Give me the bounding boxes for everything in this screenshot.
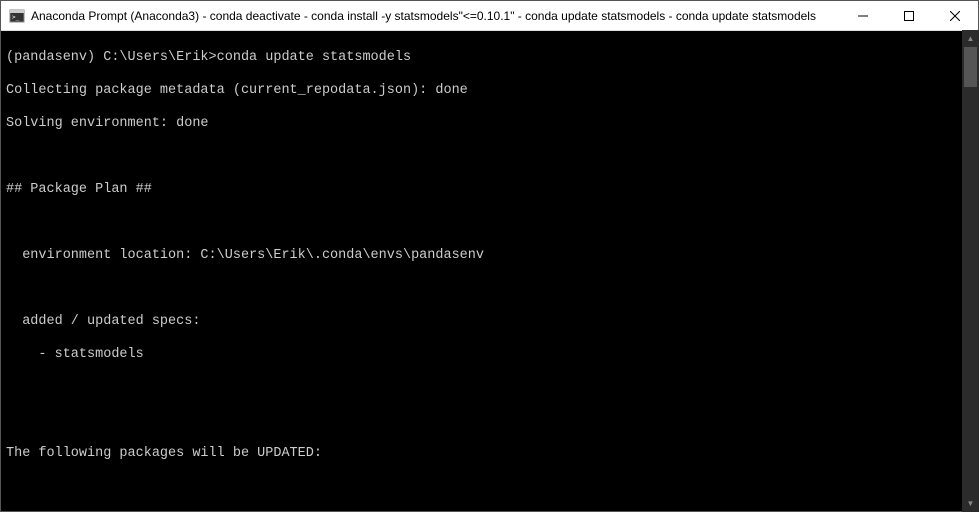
- output-line: (pandasenv) C:\Users\Erik>conda update s…: [6, 50, 973, 67]
- scroll-down-arrow[interactable]: ▼: [962, 495, 979, 512]
- output-line: [6, 215, 973, 232]
- maximize-button[interactable]: [886, 1, 932, 30]
- output-line: added / updated specs:: [6, 314, 973, 331]
- close-button[interactable]: [932, 1, 978, 30]
- window-controls: [840, 1, 978, 30]
- minimize-button[interactable]: [840, 1, 886, 30]
- output-line: The following packages will be UPDATED:: [6, 446, 973, 463]
- app-icon: >_: [9, 8, 25, 24]
- scrollbar-thumb[interactable]: [964, 47, 977, 87]
- output-line: - statsmodels: [6, 347, 973, 364]
- output-line: [6, 149, 973, 166]
- window-title: Anaconda Prompt (Anaconda3) - conda deac…: [31, 9, 840, 23]
- scroll-up-arrow[interactable]: ▲: [962, 30, 979, 47]
- vertical-scrollbar[interactable]: ▲ ▼: [962, 30, 979, 512]
- terminal-area[interactable]: (pandasenv) C:\Users\Erik>conda update s…: [1, 31, 978, 511]
- output-line: [6, 380, 973, 397]
- output-line: ## Package Plan ##: [6, 182, 973, 199]
- titlebar[interactable]: >_ Anaconda Prompt (Anaconda3) - conda d…: [1, 1, 978, 31]
- scrollbar-track[interactable]: [962, 47, 979, 495]
- svg-text:>_: >_: [12, 14, 20, 21]
- output-line: environment location: C:\Users\Erik\.con…: [6, 248, 973, 265]
- output-line: [6, 281, 973, 298]
- output-line: Collecting package metadata (current_rep…: [6, 83, 973, 100]
- output-line: Solving environment: done: [6, 116, 973, 133]
- output-line: [6, 479, 973, 496]
- output-line: [6, 413, 973, 430]
- terminal-window: >_ Anaconda Prompt (Anaconda3) - conda d…: [0, 0, 979, 512]
